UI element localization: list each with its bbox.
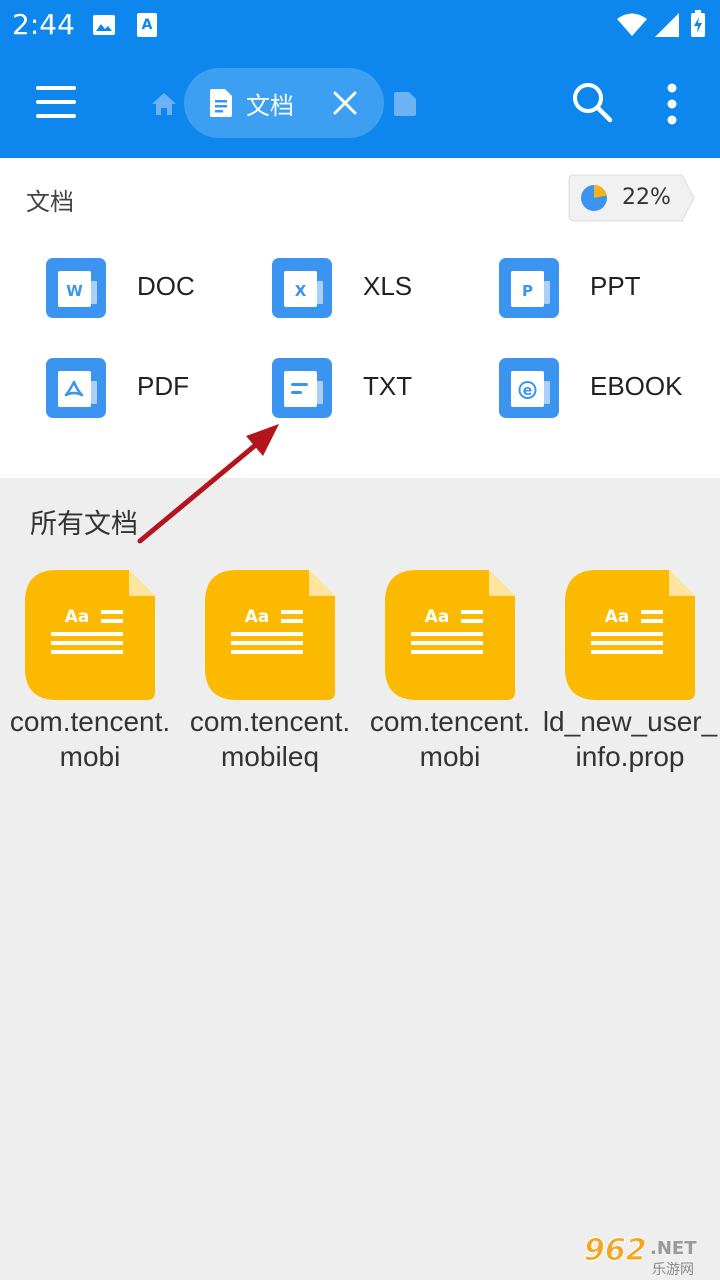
svg-text:Aa: Aa (605, 607, 630, 627)
excel-icon: X (272, 258, 332, 318)
category-label: PDF (137, 371, 189, 401)
svg-text:Aa: Aa (65, 607, 90, 627)
file-item[interactable]: Aa com.tencent.mobi (0, 570, 170, 780)
category-doc[interactable]: W DOC (46, 248, 266, 328)
category-label: PPT (590, 271, 641, 301)
text-file-icon (272, 358, 332, 418)
svg-text:Aa: Aa (425, 607, 450, 627)
svg-text:W: W (66, 282, 83, 300)
all-documents-title: 所有文档 (30, 509, 138, 540)
category-xls[interactable]: X XLS (272, 248, 492, 328)
file-item[interactable]: Aa com.tencent.mobileq (180, 570, 350, 780)
svg-text:A: A (142, 17, 153, 33)
svg-text:962: 962 (584, 1233, 647, 1268)
category-label: TXT (363, 371, 413, 401)
site-watermark-logo: 962 .NET 乐游网 (584, 1233, 698, 1279)
storage-usage-badge[interactable]: 22% (568, 174, 696, 222)
panel-title: 文档 (26, 188, 74, 216)
category-panel: 文档 22% W DOC X XLS P PPT PDF TXT e EBOOK (0, 158, 720, 478)
text-document-icon: Aa (25, 570, 155, 700)
category-ppt[interactable]: P PPT (499, 248, 719, 328)
app-a-icon: A (137, 13, 157, 37)
file-item[interactable]: Aa com.tencent.mobi (360, 570, 530, 780)
file-name: com.tencent.mobi (369, 706, 531, 772)
svg-text:Aa: Aa (245, 607, 270, 627)
svg-text:X: X (295, 282, 307, 300)
category-ebook[interactable]: e EBOOK (499, 348, 719, 428)
home-icon[interactable] (150, 90, 178, 118)
hamburger-menu-icon[interactable] (26, 76, 86, 128)
more-vertical-icon[interactable] (660, 82, 684, 126)
file-name: com.tencent.mobileq (189, 706, 351, 772)
category-txt[interactable]: TXT (272, 348, 492, 428)
file-item[interactable]: Aa ld_new_user_info.prop (540, 570, 717, 780)
category-label: XLS (363, 271, 413, 301)
ebook-icon: e (499, 358, 559, 418)
pdf-icon (46, 358, 106, 418)
status-bar: 2:44 A (0, 0, 720, 50)
storage-percent: 22% (622, 185, 671, 210)
svg-text:.NET: .NET (650, 1238, 697, 1259)
image-icon (93, 15, 115, 35)
battery-icon (691, 10, 705, 37)
svg-text:乐游网: 乐游网 (652, 1262, 694, 1278)
file-name: com.tencent.mobi (9, 706, 171, 772)
tab-documents[interactable]: 文档 (184, 68, 384, 138)
text-document-icon: Aa (565, 570, 695, 700)
wifi-icon (617, 13, 647, 36)
search-icon[interactable] (570, 80, 614, 124)
category-label: DOC (137, 271, 195, 301)
status-time: 2:44 (12, 8, 75, 41)
toolbar: 文档 (0, 50, 720, 158)
close-icon[interactable] (328, 86, 362, 120)
text-document-icon: Aa (385, 570, 515, 700)
file-name: ld_new_user_info.prop (542, 706, 718, 772)
tab-label: 文档 (246, 92, 294, 120)
svg-text:P: P (522, 282, 533, 300)
word-doc-icon: W (46, 258, 106, 318)
powerpoint-icon: P (499, 258, 559, 318)
app-bar: 2:44 A 文档 (0, 0, 720, 158)
category-label: EBOOK (590, 371, 683, 401)
document-icon (210, 89, 232, 117)
document-icon[interactable] (394, 92, 416, 116)
signal-icon (655, 13, 679, 37)
text-document-icon: Aa (205, 570, 335, 700)
category-pdf[interactable]: PDF (46, 348, 266, 428)
storage-pie-icon (581, 185, 607, 211)
svg-text:e: e (523, 383, 533, 399)
